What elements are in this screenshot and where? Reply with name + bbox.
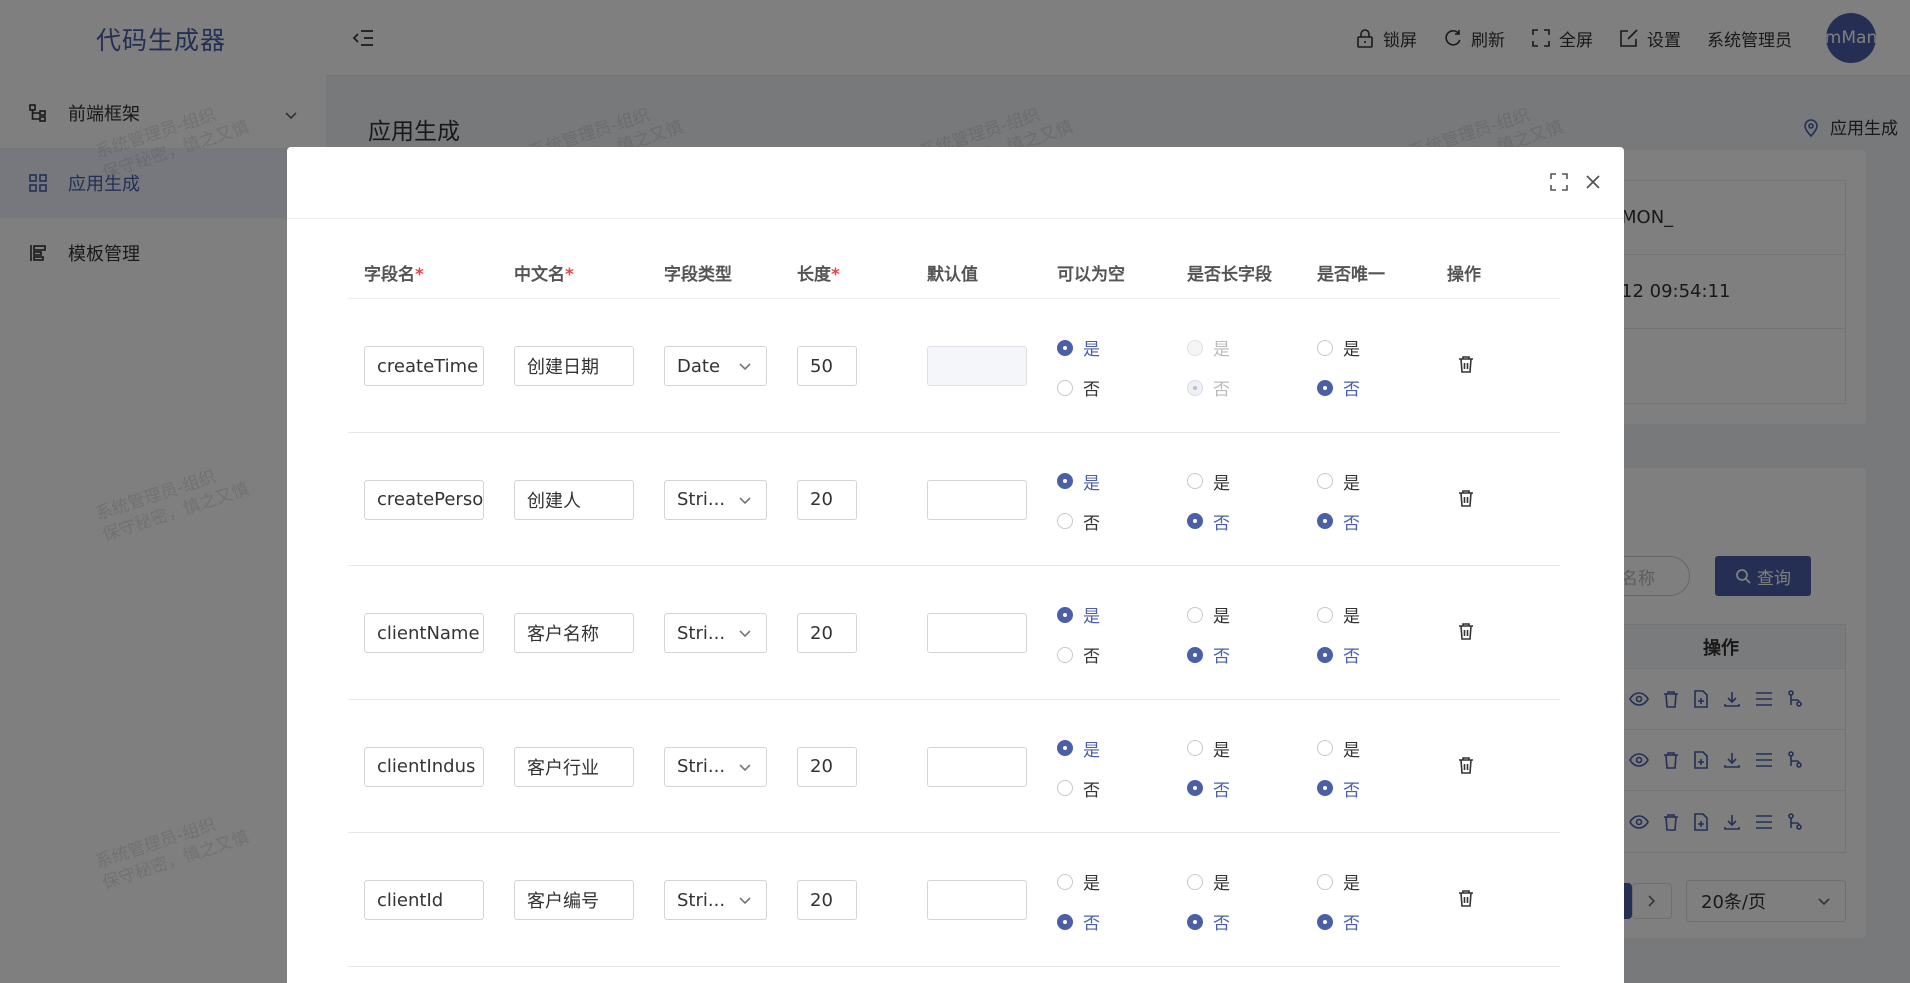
delete-row-icon[interactable] xyxy=(1458,756,1474,778)
long-field-no-radio[interactable]: 否 xyxy=(1187,776,1230,801)
cn-name-input[interactable]: 客户行业 xyxy=(514,746,634,787)
field-type-select[interactable]: Stri... xyxy=(664,613,767,653)
field-table: 字段名* 中文名* 字段类型 长度* 默认值 可以为空 是否长字段 是否唯一 操… xyxy=(348,243,1560,967)
nullable-no-radio[interactable]: 否 xyxy=(1057,909,1100,934)
unique-no-radio[interactable]: 否 xyxy=(1317,776,1360,801)
nullable-yes-radio[interactable]: 是 xyxy=(1057,602,1100,627)
cn-name-input[interactable]: 创建日期 xyxy=(514,346,634,386)
long-field-no-radio[interactable]: 否 xyxy=(1187,909,1230,934)
delete-row-icon[interactable] xyxy=(1458,622,1474,644)
field-type-select[interactable]: Stri... xyxy=(664,880,767,920)
field-name-input[interactable]: clientName xyxy=(364,613,484,653)
nullable-yes-radio[interactable]: 是 xyxy=(1057,736,1100,761)
unique-yes-radio[interactable]: 是 xyxy=(1317,869,1360,894)
long-field-no-radio[interactable]: 否 xyxy=(1187,642,1230,667)
length-input[interactable]: 20 xyxy=(797,479,857,520)
length-input[interactable]: 20 xyxy=(797,746,857,787)
length-input[interactable]: 50 xyxy=(797,346,857,386)
chevron-down-icon xyxy=(739,897,751,905)
nullable-yes-radio[interactable]: 是 xyxy=(1057,469,1100,494)
length-input[interactable]: 20 xyxy=(797,880,857,920)
length-input[interactable]: 20 xyxy=(797,613,857,653)
cn-name-input[interactable]: 客户编号 xyxy=(514,880,634,920)
unique-no-radio[interactable]: 否 xyxy=(1317,509,1360,534)
nullable-no-radio[interactable]: 否 xyxy=(1057,509,1100,534)
long-field-yes-radio[interactable]: 是 xyxy=(1187,335,1230,360)
cn-name-input[interactable]: 客户名称 xyxy=(514,613,634,653)
unique-yes-radio[interactable]: 是 xyxy=(1317,736,1360,761)
chevron-down-icon xyxy=(739,496,751,504)
long-field-no-radio[interactable]: 否 xyxy=(1187,509,1230,534)
maximize-icon[interactable] xyxy=(1550,173,1568,195)
field-type-select[interactable]: Stri... xyxy=(664,479,767,520)
table-row: createPerso 创建人 Stri... 20 是 否 是 否 是 否 xyxy=(348,433,1560,566)
field-name-input[interactable]: clientIndus xyxy=(364,746,484,787)
chevron-down-icon xyxy=(739,630,751,638)
col-long-field: 是否长字段 xyxy=(1187,265,1272,285)
field-type-select[interactable]: Stri... xyxy=(664,746,767,787)
chevron-down-icon xyxy=(739,363,751,371)
default-value-input[interactable] xyxy=(927,880,1027,920)
default-value-input[interactable] xyxy=(927,479,1027,520)
col-default: 默认值 xyxy=(927,265,978,285)
nullable-yes-radio[interactable]: 是 xyxy=(1057,335,1100,360)
field-type-select[interactable]: Date xyxy=(664,346,767,386)
col-unique: 是否唯一 xyxy=(1317,265,1385,285)
default-value-input[interactable] xyxy=(927,613,1027,653)
col-field-name: 字段名* xyxy=(364,265,424,285)
default-value-input[interactable] xyxy=(927,746,1027,787)
unique-yes-radio[interactable]: 是 xyxy=(1317,335,1360,360)
col-actions: 操作 xyxy=(1447,265,1481,285)
long-field-yes-radio[interactable]: 是 xyxy=(1187,602,1230,627)
col-length: 长度* xyxy=(797,265,840,285)
field-name-input[interactable]: clientId xyxy=(364,880,484,920)
delete-row-icon[interactable] xyxy=(1458,889,1474,911)
unique-no-radio[interactable]: 否 xyxy=(1317,642,1360,667)
chevron-down-icon xyxy=(739,763,751,771)
dialog-header xyxy=(287,147,1624,219)
long-field-no-radio[interactable]: 否 xyxy=(1187,375,1230,400)
delete-row-icon[interactable] xyxy=(1458,489,1474,511)
close-icon[interactable] xyxy=(1584,173,1602,195)
table-header: 字段名* 中文名* 字段类型 长度* 默认值 可以为空 是否长字段 是否唯一 操… xyxy=(348,243,1560,299)
delete-row-icon[interactable] xyxy=(1458,355,1474,377)
table-row: clientId 客户编号 Stri... 20 是 否 是 否 是 否 xyxy=(348,833,1560,967)
field-name-input[interactable]: createPerso xyxy=(364,479,484,520)
field-name-input[interactable]: createTime xyxy=(364,346,484,386)
default-value-input[interactable] xyxy=(927,346,1027,386)
unique-yes-radio[interactable]: 是 xyxy=(1317,602,1360,627)
unique-yes-radio[interactable]: 是 xyxy=(1317,469,1360,494)
unique-no-radio[interactable]: 否 xyxy=(1317,375,1360,400)
nullable-yes-radio[interactable]: 是 xyxy=(1057,869,1100,894)
nullable-no-radio[interactable]: 否 xyxy=(1057,776,1100,801)
field-config-dialog: 字段名* 中文名* 字段类型 长度* 默认值 可以为空 是否长字段 是否唯一 操… xyxy=(287,147,1624,983)
col-nullable: 可以为空 xyxy=(1057,265,1125,285)
nullable-no-radio[interactable]: 否 xyxy=(1057,375,1100,400)
long-field-yes-radio[interactable]: 是 xyxy=(1187,469,1230,494)
col-type: 字段类型 xyxy=(664,265,732,285)
long-field-yes-radio[interactable]: 是 xyxy=(1187,869,1230,894)
cn-name-input[interactable]: 创建人 xyxy=(514,479,634,520)
unique-no-radio[interactable]: 否 xyxy=(1317,909,1360,934)
table-row: clientIndus 客户行业 Stri... 20 是 否 是 否 是 否 xyxy=(348,700,1560,833)
long-field-yes-radio[interactable]: 是 xyxy=(1187,736,1230,761)
table-row: clientName 客户名称 Stri... 20 是 否 是 否 是 否 xyxy=(348,566,1560,700)
table-row: createTime 创建日期 Date 50 是 否 是 否 是 否 xyxy=(348,299,1560,433)
nullable-no-radio[interactable]: 否 xyxy=(1057,642,1100,667)
col-cn-name: 中文名* xyxy=(514,265,574,285)
